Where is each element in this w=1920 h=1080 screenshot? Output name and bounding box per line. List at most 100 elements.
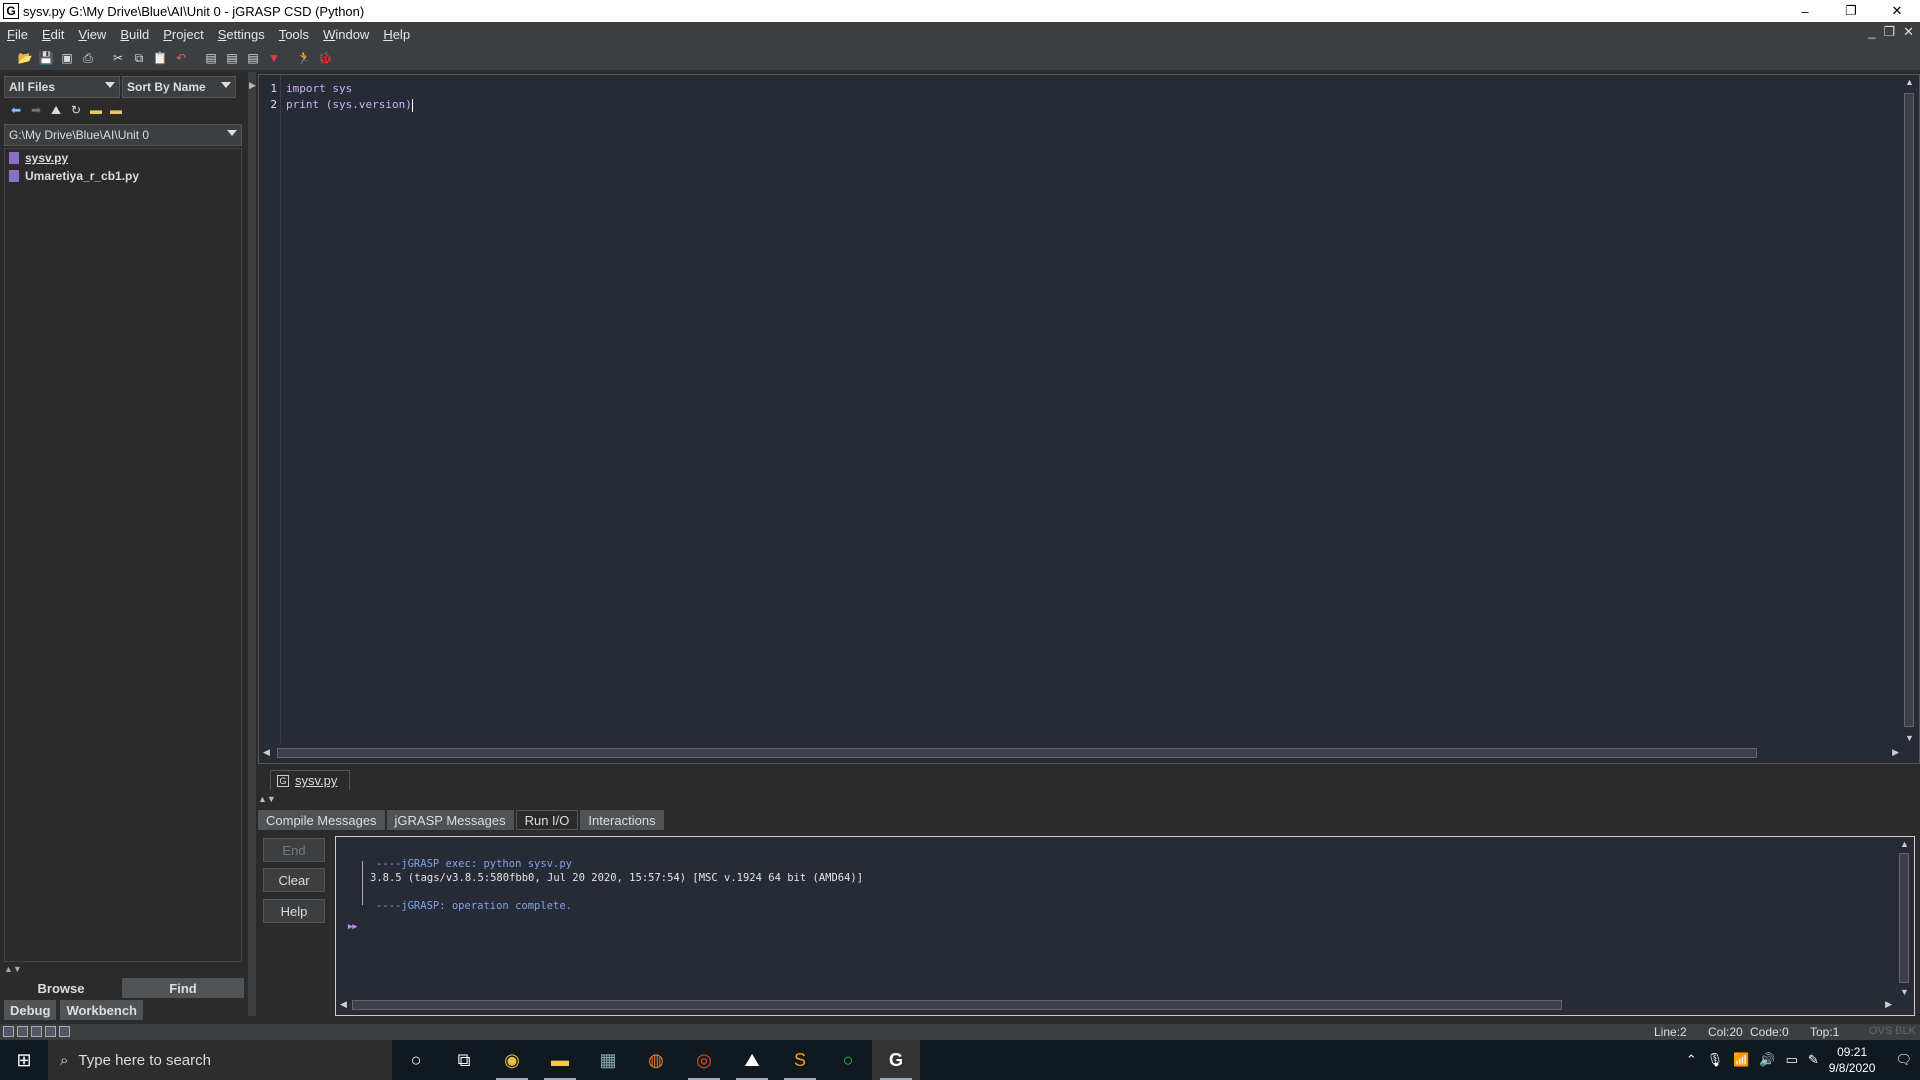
tab-browse[interactable]: Browse — [0, 978, 122, 998]
notifications-icon[interactable]: 🗨 — [1895, 1052, 1912, 1068]
undo-icon[interactable]: ↶ — [172, 49, 190, 67]
tab-jgrasp-messages[interactable]: jGRASP Messages — [386, 810, 514, 830]
layout-icon[interactable] — [31, 1026, 42, 1037]
document-icon[interactable]: ▤ — [202, 49, 220, 67]
back-icon[interactable]: ⬅ — [8, 102, 24, 118]
split-arrows-icon[interactable]: ▲▼ — [4, 964, 22, 974]
scroll-thumb[interactable] — [1899, 853, 1909, 983]
battery-icon[interactable]: ▭ — [1786, 1052, 1798, 1068]
tab-run-io[interactable]: Run I/O — [515, 810, 579, 830]
menu-window[interactable]: Window — [316, 27, 376, 42]
scroll-up-icon[interactable]: ▲ — [1900, 839, 1909, 849]
clear-button[interactable]: Clear — [263, 868, 325, 892]
run-icon[interactable]: 🏃 — [295, 49, 313, 67]
menu-build[interactable]: Build — [113, 27, 156, 42]
restore-button[interactable]: ❐ — [1828, 0, 1874, 22]
layout-icon[interactable] — [59, 1026, 70, 1037]
layout-icon[interactable] — [45, 1026, 56, 1037]
mdi-minimize-button[interactable]: _ — [1868, 24, 1875, 40]
close-button[interactable]: ✕ — [1874, 0, 1920, 22]
scroll-thumb[interactable] — [352, 1000, 1562, 1010]
file-item[interactable]: Umaretiya_r_cb1.py — [5, 167, 241, 185]
ubuntu-icon[interactable]: ◎ — [680, 1040, 728, 1080]
minimize-button[interactable]: – — [1782, 0, 1828, 22]
scroll-right-icon[interactable]: ▶ — [1885, 999, 1892, 1010]
scroll-up-icon[interactable]: ▲ — [1905, 77, 1914, 87]
up-folder-icon[interactable]: ⛰ — [48, 102, 64, 118]
tab-sysv-py[interactable]: G sysv.py — [270, 770, 351, 790]
volume-icon[interactable]: 🔊 — [1759, 1052, 1775, 1068]
app-icon[interactable]: ▦ — [584, 1040, 632, 1080]
file-item[interactable]: sysv.py — [5, 149, 241, 167]
scroll-left-icon[interactable]: ◀ — [340, 999, 347, 1010]
editor-horizontal-scrollbar[interactable]: ◀ ▶ — [261, 745, 1901, 761]
sublime-text-icon[interactable]: S — [776, 1040, 824, 1080]
tab-compile-messages[interactable]: Compile Messages — [258, 810, 385, 830]
menu-edit[interactable]: Edit — [35, 27, 71, 42]
forward-icon[interactable]: ➡ — [28, 102, 44, 118]
mdi-restore-button[interactable]: ❐ — [1883, 24, 1895, 40]
menu-project[interactable]: Project — [156, 27, 210, 42]
mdi-close-button[interactable]: ✕ — [1903, 24, 1914, 40]
file-explorer-icon[interactable]: ▬ — [536, 1040, 584, 1080]
scroll-thumb[interactable] — [1904, 93, 1914, 727]
scroll-right-icon[interactable]: ▶ — [1892, 747, 1899, 758]
document-icon[interactable]: ▤ — [223, 49, 241, 67]
print-icon[interactable]: ⎙ — [79, 49, 97, 67]
editor-vertical-scrollbar[interactable]: ▲ ▼ — [1901, 77, 1917, 743]
io-vertical-scrollbar[interactable]: ▲ ▼ — [1896, 839, 1912, 997]
folder-icon[interactable]: ▬ — [88, 102, 104, 118]
split-arrows-icon[interactable]: ▲▼ — [258, 794, 276, 804]
clock[interactable]: 09:21 9/8/2020 — [1829, 1044, 1876, 1076]
bookmark-icon[interactable]: ▼ — [265, 49, 283, 67]
end-button[interactable]: End — [263, 838, 325, 862]
tab-workbench[interactable]: Workbench — [60, 1000, 144, 1020]
refresh-icon[interactable]: ↻ — [68, 102, 84, 118]
cortana-icon[interactable]: ○ — [392, 1040, 440, 1080]
layout-icon[interactable] — [17, 1026, 28, 1037]
menu-view[interactable]: View — [71, 27, 113, 42]
copy-icon[interactable]: ⧉ — [130, 49, 148, 67]
blender-icon[interactable]: ◍ — [632, 1040, 680, 1080]
io-horizontal-scrollbar[interactable]: ◀ ▶ — [338, 997, 1894, 1013]
chevron-up-icon[interactable]: ⌃ — [1686, 1052, 1697, 1068]
code-editor[interactable]: 1 2 import sys print (sys.version) ▲ ▼ ◀… — [258, 74, 1920, 764]
tab-interactions[interactable]: Interactions — [580, 810, 664, 830]
microphone-icon[interactable]: 🎙 — [1707, 1052, 1724, 1068]
network-icon[interactable]: 📶 — [1733, 1052, 1749, 1068]
menu-file[interactable]: File — [0, 27, 35, 42]
paste-icon[interactable]: 📋 — [151, 49, 169, 67]
code-line: import sys — [286, 82, 353, 95]
chrome-icon[interactable]: ◉ — [488, 1040, 536, 1080]
scroll-left-icon[interactable]: ◀ — [263, 747, 270, 758]
windows-start-icon[interactable]: ⊞ — [0, 1040, 48, 1080]
scroll-down-icon[interactable]: ▼ — [1900, 987, 1909, 997]
debug-icon[interactable]: 🐞 — [316, 49, 334, 67]
menu-settings[interactable]: Settings — [211, 27, 272, 42]
task-view-icon[interactable]: ⧉ — [440, 1040, 488, 1080]
menu-tools[interactable]: Tools — [272, 27, 316, 42]
file-filter-select[interactable]: All Files — [4, 76, 120, 98]
app-circle-icon[interactable]: ○ — [824, 1040, 872, 1080]
save-icon[interactable]: 💾 — [37, 49, 55, 67]
tab-debug[interactable]: Debug — [4, 1000, 57, 1020]
new-folder-icon[interactable]: ▬ — [108, 102, 124, 118]
pen-icon[interactable]: ✎ — [1808, 1052, 1819, 1068]
help-button[interactable]: Help — [263, 899, 325, 923]
photos-icon[interactable]: ⛰ — [728, 1040, 776, 1080]
panel-divider[interactable]: ▶ — [248, 72, 256, 1016]
menu-help[interactable]: Help — [376, 27, 417, 42]
cut-icon[interactable]: ✂ — [109, 49, 127, 67]
tab-find[interactable]: Find — [122, 978, 244, 998]
document-icon[interactable]: ▤ — [244, 49, 262, 67]
directory-select[interactable]: G:\My Drive\Blue\AI\Unit 0 — [4, 124, 242, 146]
taskbar-search-box[interactable]: ⌕ Type here to search — [48, 1040, 392, 1080]
sort-select[interactable]: Sort By Name — [122, 76, 236, 98]
jgrasp-taskbar-icon[interactable]: G — [872, 1040, 920, 1080]
run-io-output[interactable]: ----jGRASP exec: python sysv.py 3.8.5 (t… — [335, 836, 1915, 1016]
scroll-down-icon[interactable]: ▼ — [1905, 733, 1914, 743]
scroll-thumb[interactable] — [277, 748, 1757, 758]
layout-icon[interactable] — [3, 1026, 14, 1037]
save-all-icon[interactable]: ▣ — [58, 49, 76, 67]
open-icon[interactable]: 📂 — [16, 49, 34, 67]
